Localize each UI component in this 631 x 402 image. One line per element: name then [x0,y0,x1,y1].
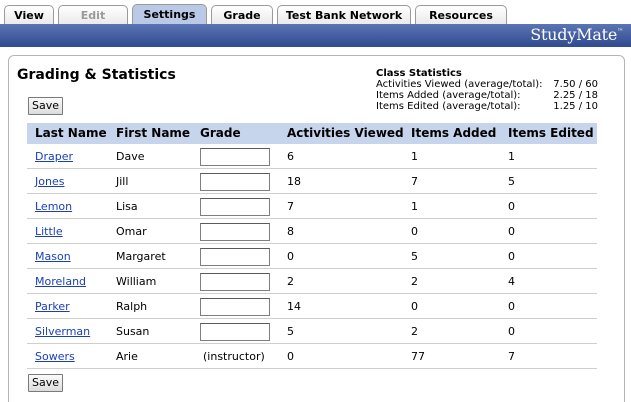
items-edited-cell: 1 [508,150,515,163]
items-added-cell: 2 [411,325,418,338]
first-name-cell: William [116,275,157,288]
table-row: Draper Dave 6 1 1 [27,144,597,169]
tab-resources[interactable]: Resources [415,5,507,25]
table-row: Silverman Susan 5 2 0 [27,319,597,344]
grade-input[interactable] [200,323,270,341]
column-header-grade[interactable]: Grade [200,126,241,140]
student-link[interactable]: Lemon [35,200,72,213]
instructor-label: (instructor) [203,350,265,363]
save-button-top[interactable]: Save [28,97,64,115]
table-row: Jones Jill 18 7 5 [27,169,597,194]
first-name-cell: Dave [116,150,145,163]
column-header-items-edited[interactable]: Items Edited [508,126,594,140]
items-added-cell: 77 [411,350,425,363]
first-name-cell: Ralph [116,300,148,313]
first-name-cell: Susan [116,325,150,338]
save-button-bottom[interactable]: Save [28,374,64,392]
table-row: Little Omar 8 0 0 [27,219,597,244]
items-added-cell: 0 [411,300,418,313]
student-link[interactable]: Mason [35,250,71,263]
grade-input[interactable] [200,223,270,241]
tab-settings[interactable]: Settings [132,4,207,25]
first-name-cell: Lisa [116,200,138,213]
first-name-cell: Margaret [116,250,166,263]
class-statistics: Class Statistics Activities Viewed (aver… [376,68,598,112]
items-edited-cell: 0 [508,300,515,313]
items-edited-cell: 7 [508,350,515,363]
tab-test-bank-network[interactable]: Test Bank Network [277,5,411,25]
table-header: Last Name First Name Grade Activities Vi… [27,123,597,144]
stat-value: 2.25 / 18 [553,90,598,101]
grade-input[interactable] [200,173,270,191]
table-row: Lemon Lisa 7 1 0 [27,194,597,219]
student-link[interactable]: Jones [35,175,64,188]
stat-label: Items Added (average/total): [376,90,521,101]
grade-input[interactable] [200,148,270,166]
studymate-logo: StudyMate™ [530,25,623,44]
items-added-cell: 1 [411,200,418,213]
column-header-last-name[interactable]: Last Name [35,126,107,140]
stat-label: Items Edited (average/total): [376,101,521,112]
items-edited-cell: 4 [508,275,515,288]
items-edited-cell: 0 [508,325,515,338]
student-link[interactable]: Little [35,225,63,238]
grading-table: Last Name First Name Grade Activities Vi… [27,123,597,369]
table-row: Sowers Arie (instructor) 0 77 7 [27,344,597,369]
table-row: Parker Ralph 14 0 0 [27,294,597,319]
stat-value: 7.50 / 60 [553,79,598,90]
activities-viewed-cell: 6 [287,150,294,163]
first-name-cell: Arie [116,350,138,363]
student-link[interactable]: Parker [35,300,70,313]
page-title: Grading & Statistics [17,67,176,83]
items-added-cell: 1 [411,150,418,163]
activities-viewed-cell: 14 [287,300,301,313]
activities-viewed-cell: 0 [287,250,294,263]
grade-input[interactable] [200,248,270,266]
brand-name: StudyMate [530,25,618,44]
items-added-cell: 5 [411,250,418,263]
items-edited-cell: 0 [508,200,515,213]
student-link[interactable]: Moreland [35,275,86,288]
tab-grade[interactable]: Grade [211,5,273,25]
stat-row: Activities Viewed (average/total): 7.50 … [376,79,598,90]
tab-view[interactable]: View [4,5,54,25]
header-bar: StudyMate™ [0,24,631,47]
stat-row: Items Edited (average/total): 1.25 / 10 [376,101,598,112]
class-statistics-title: Class Statistics [376,68,462,79]
activities-viewed-cell: 2 [287,275,294,288]
activities-viewed-cell: 8 [287,225,294,238]
column-header-first-name[interactable]: First Name [116,126,190,140]
stat-label: Activities Viewed (average/total): [376,79,543,90]
grade-input[interactable] [200,198,270,216]
grade-input[interactable] [200,273,270,291]
activities-viewed-cell: 0 [287,350,294,363]
student-link[interactable]: Draper [35,150,73,163]
table-row: Mason Margaret 0 5 0 [27,244,597,269]
tab-edit: Edit [58,5,128,25]
tab-bar: View Edit Settings Grade Test Bank Netwo… [0,0,631,25]
grade-input[interactable] [200,298,270,316]
activities-viewed-cell: 7 [287,200,294,213]
table-row: Moreland William 2 2 4 [27,269,597,294]
column-header-items-added[interactable]: Items Added [411,126,496,140]
stat-row: Items Added (average/total): 2.25 / 18 [376,90,598,101]
first-name-cell: Omar [116,225,147,238]
column-header-activities-viewed[interactable]: Activities Viewed [287,126,404,140]
trademark-mark: ™ [617,28,623,35]
items-edited-cell: 5 [508,175,515,188]
student-link[interactable]: Silverman [35,325,90,338]
items-added-cell: 7 [411,175,418,188]
items-edited-cell: 0 [508,250,515,263]
items-added-cell: 0 [411,225,418,238]
activities-viewed-cell: 5 [287,325,294,338]
stat-value: 1.25 / 10 [553,101,598,112]
items-edited-cell: 0 [508,225,515,238]
items-added-cell: 2 [411,275,418,288]
activities-viewed-cell: 18 [287,175,301,188]
student-link[interactable]: Sowers [35,350,75,363]
first-name-cell: Jill [116,175,129,188]
